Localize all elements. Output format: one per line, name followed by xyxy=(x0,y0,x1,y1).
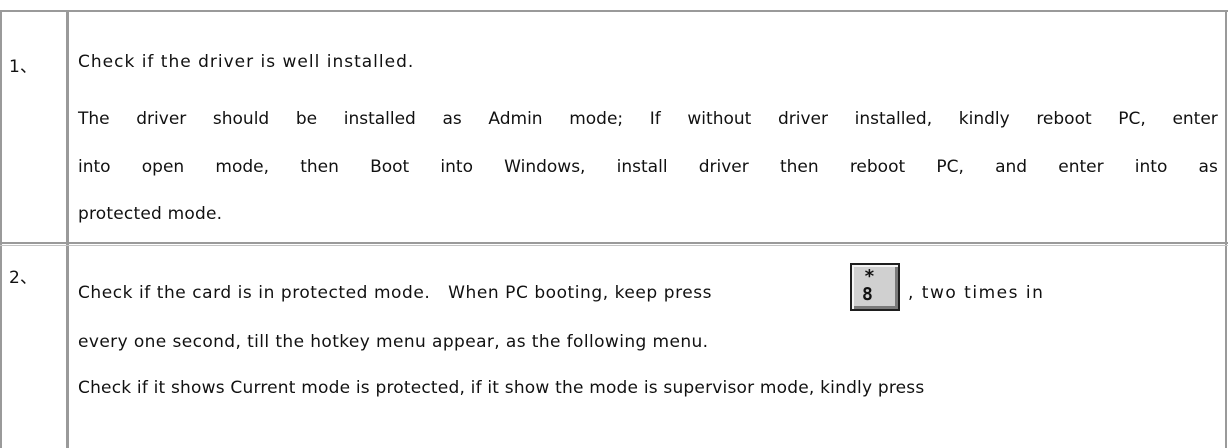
word: without xyxy=(687,109,752,129)
column-divider xyxy=(66,10,69,448)
word: install xyxy=(616,157,668,177)
row-divider-second xyxy=(0,245,1228,246)
word: driver xyxy=(777,109,828,129)
table-border-right xyxy=(1225,10,1227,448)
keyboard-key-8-icon: * 8 xyxy=(850,263,900,311)
word: as xyxy=(1198,157,1218,177)
word: installed xyxy=(343,109,416,129)
word: The xyxy=(78,109,110,129)
word: kindly xyxy=(958,109,1010,129)
word: Boot xyxy=(370,157,410,177)
word: then xyxy=(779,157,819,177)
row-1-body-line-1: The driver should be installed as Admin mode; If… xyxy=(78,95,1218,143)
word: should xyxy=(212,109,270,129)
key-digit-8: 8 xyxy=(862,284,873,305)
row-2-line-1-before-key: Check if the card is in protected mode. … xyxy=(78,283,713,303)
row-2-line-3: Check if it shows Current mode is protec… xyxy=(78,378,925,398)
instruction-table: 1、 Check if the driver is well installed… xyxy=(0,0,1228,448)
word: Admin xyxy=(488,109,543,129)
word: installed, xyxy=(854,109,933,129)
row-1-heading: Check if the driver is well installed. xyxy=(78,52,415,72)
word: driver xyxy=(136,109,187,129)
row-1-body-line-2: into open mode, then Boot into Windows, install… xyxy=(78,143,1218,191)
word: then xyxy=(300,157,339,177)
word: reboot xyxy=(1036,109,1092,129)
word: and xyxy=(995,157,1028,177)
word: driver xyxy=(698,157,749,177)
word: into xyxy=(440,157,473,177)
word: Windows, xyxy=(504,157,586,177)
word: mode, xyxy=(215,157,270,177)
word: as xyxy=(442,109,462,129)
word: enter xyxy=(1172,109,1218,129)
row-2-number: 2、 xyxy=(9,268,38,288)
table-border-top xyxy=(0,10,1228,12)
row-1-body-last: protected mode. xyxy=(78,204,223,224)
word: reboot xyxy=(849,157,906,177)
row-2-line-2: every one second, till the hotkey menu a… xyxy=(78,332,709,352)
word: into xyxy=(78,157,111,177)
word: enter xyxy=(1058,157,1104,177)
word: be xyxy=(295,109,318,129)
word: PC, xyxy=(1118,109,1146,129)
word: If xyxy=(649,109,661,129)
word: into xyxy=(1134,157,1168,177)
word: open xyxy=(141,157,185,177)
word: PC, xyxy=(936,157,964,177)
row-1-number: 1、 xyxy=(9,57,38,77)
word: mode; xyxy=(569,109,624,129)
row-2-line-1-after-key: , two times in xyxy=(908,283,1045,303)
row-divider xyxy=(0,242,1228,244)
table-border-left xyxy=(0,10,2,448)
